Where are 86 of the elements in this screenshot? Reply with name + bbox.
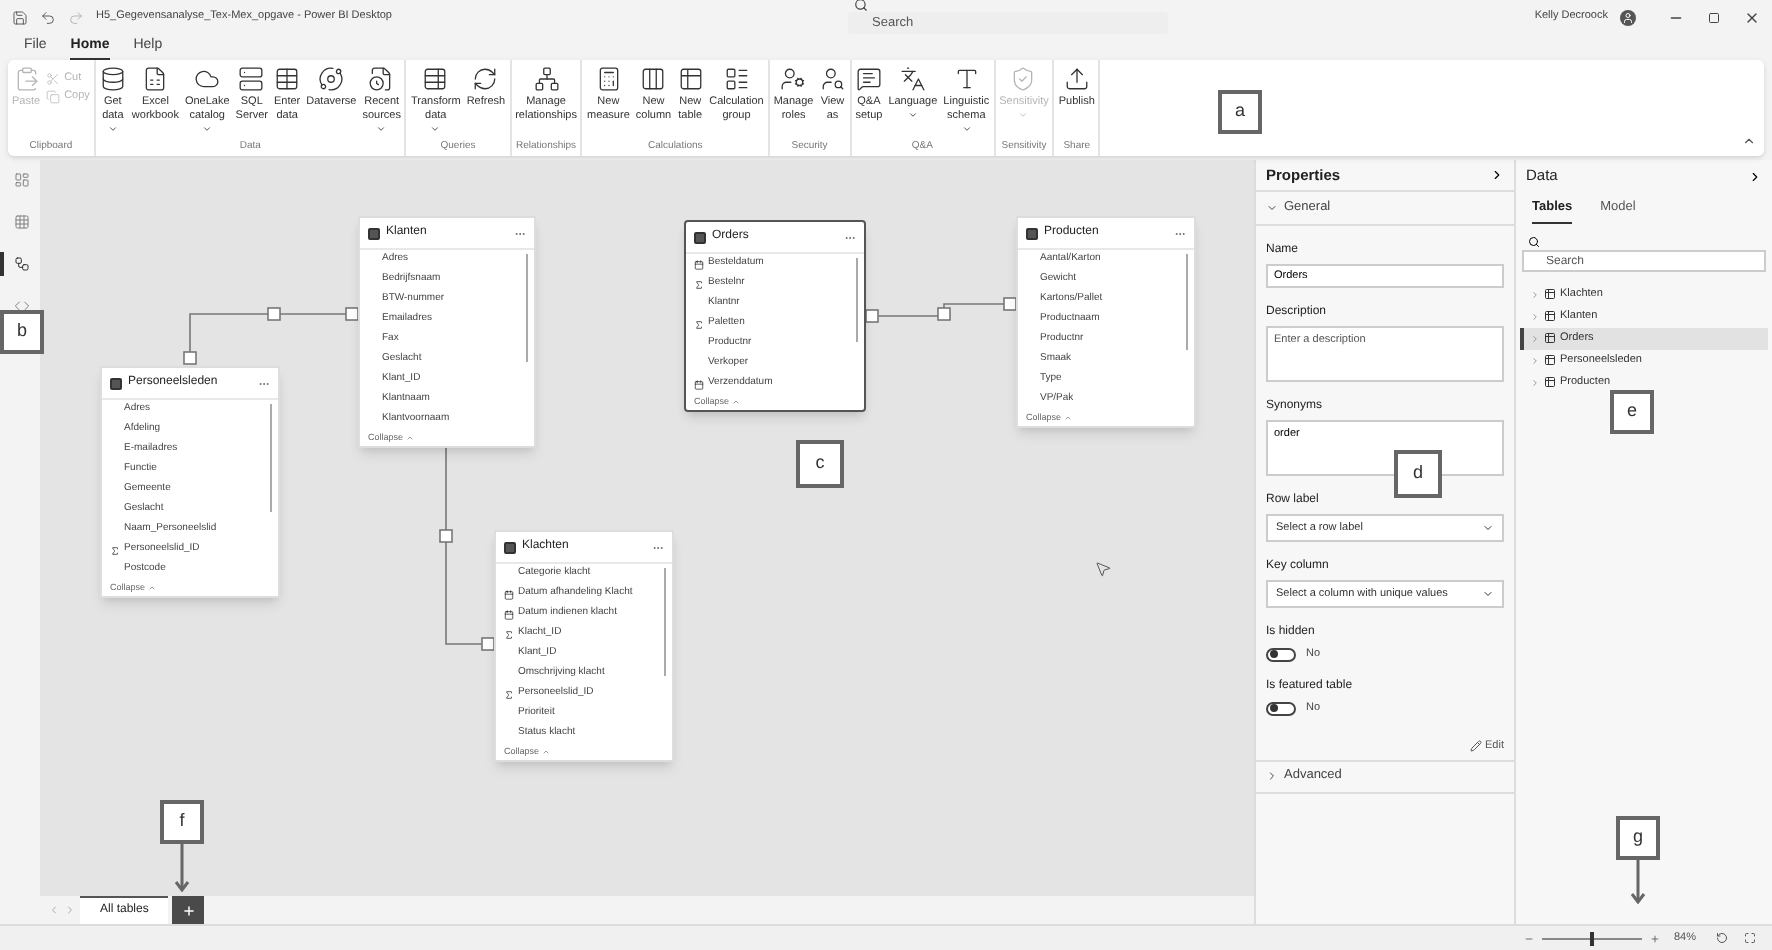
refresh-icon <box>472 66 499 92</box>
collapse-pane-icon[interactable] <box>1748 169 1762 183</box>
orbit-icon <box>318 66 345 92</box>
sigma-icon <box>504 629 514 639</box>
sigma-icon <box>694 319 704 329</box>
callout-label: a <box>1218 90 1262 134</box>
avatar[interactable] <box>1620 9 1636 25</box>
pointer-icon <box>1094 560 1112 578</box>
zoom-in-icon[interactable] <box>1649 933 1660 943</box>
table-icon <box>1544 354 1556 367</box>
database-icon <box>99 66 126 92</box>
code-icon <box>14 298 30 314</box>
calendar-icon <box>504 589 514 599</box>
relationship-line[interactable] <box>865 297 1017 323</box>
scrollbar[interactable] <box>269 404 272 512</box>
network-icon <box>533 66 560 92</box>
user-search-icon <box>819 66 846 92</box>
table-icon <box>368 227 380 239</box>
app-icon[interactable] <box>12 9 28 25</box>
calendar-icon <box>504 609 514 619</box>
language-icon <box>899 66 926 92</box>
callout-label: e <box>1610 390 1654 434</box>
toggle-switch[interactable] <box>1266 701 1296 716</box>
scrollbar[interactable] <box>663 568 666 676</box>
table-icon <box>694 231 706 243</box>
copy-icon <box>46 89 61 103</box>
table-icon <box>504 541 516 553</box>
reset-icon[interactable] <box>1716 932 1728 944</box>
plus-icon <box>181 903 196 917</box>
chat-icon <box>855 66 882 92</box>
search-icon <box>1528 236 1540 249</box>
pencil-icon <box>1469 739 1482 752</box>
table-icon <box>1544 376 1556 389</box>
user-icon <box>1622 11 1634 23</box>
callout-label: c <box>796 440 844 488</box>
columns-icon <box>640 66 667 92</box>
user-gear-icon <box>780 66 807 92</box>
clock-file-icon <box>368 66 395 92</box>
search-icon <box>854 0 868 11</box>
grid-icon <box>14 214 30 230</box>
shield-icon <box>1010 66 1037 92</box>
clipboard-icon <box>13 66 40 92</box>
table-edit-icon <box>422 66 449 92</box>
upload-icon <box>1063 66 1090 92</box>
scrollbar[interactable] <box>525 254 528 362</box>
callout-label: d <box>1394 450 1442 498</box>
scrollbar[interactable] <box>1185 254 1188 350</box>
report-icon <box>14 172 30 188</box>
maximize-icon[interactable] <box>1708 11 1720 23</box>
table-icon <box>1544 332 1556 345</box>
table-icon <box>1026 227 1038 239</box>
caret-icon <box>1482 588 1494 600</box>
toggle-switch[interactable] <box>1266 647 1296 662</box>
table-icon <box>110 377 122 389</box>
slider-thumb[interactable] <box>1589 931 1594 945</box>
relationship-line[interactable] <box>183 307 359 365</box>
spreadsheet-icon <box>142 66 169 92</box>
callout-label: f <box>160 800 204 844</box>
collapse-ribbon-icon[interactable] <box>1742 134 1756 148</box>
relationship-line[interactable] <box>439 443 495 651</box>
add-page-button[interactable] <box>172 896 205 924</box>
list-icon <box>723 66 750 92</box>
sigma-icon <box>110 545 120 555</box>
close-icon[interactable] <box>1744 9 1760 25</box>
chevron-icon <box>1266 202 1278 214</box>
scissors-icon <box>46 71 61 85</box>
table-icon <box>677 66 704 92</box>
chevron-icon <box>1266 770 1278 783</box>
caret-icon <box>1482 522 1494 534</box>
table-icon <box>274 66 301 92</box>
callout-label: g <box>1616 816 1660 860</box>
undo-icon[interactable] <box>40 9 56 25</box>
table-icon <box>1544 288 1556 301</box>
server-icon <box>238 66 265 92</box>
model-icon <box>14 256 30 272</box>
calculator-icon <box>595 66 622 92</box>
callout-label: b <box>0 310 44 354</box>
scrollbar[interactable] <box>855 258 858 342</box>
letter-icon <box>953 66 980 92</box>
sigma-icon <box>694 279 704 289</box>
cloud-icon <box>194 66 221 92</box>
collapse-pane-icon[interactable] <box>1490 168 1504 182</box>
table-icon <box>1544 310 1556 323</box>
calendar-icon <box>694 379 704 389</box>
sigma-icon <box>504 689 514 699</box>
calendar-icon <box>694 259 704 269</box>
